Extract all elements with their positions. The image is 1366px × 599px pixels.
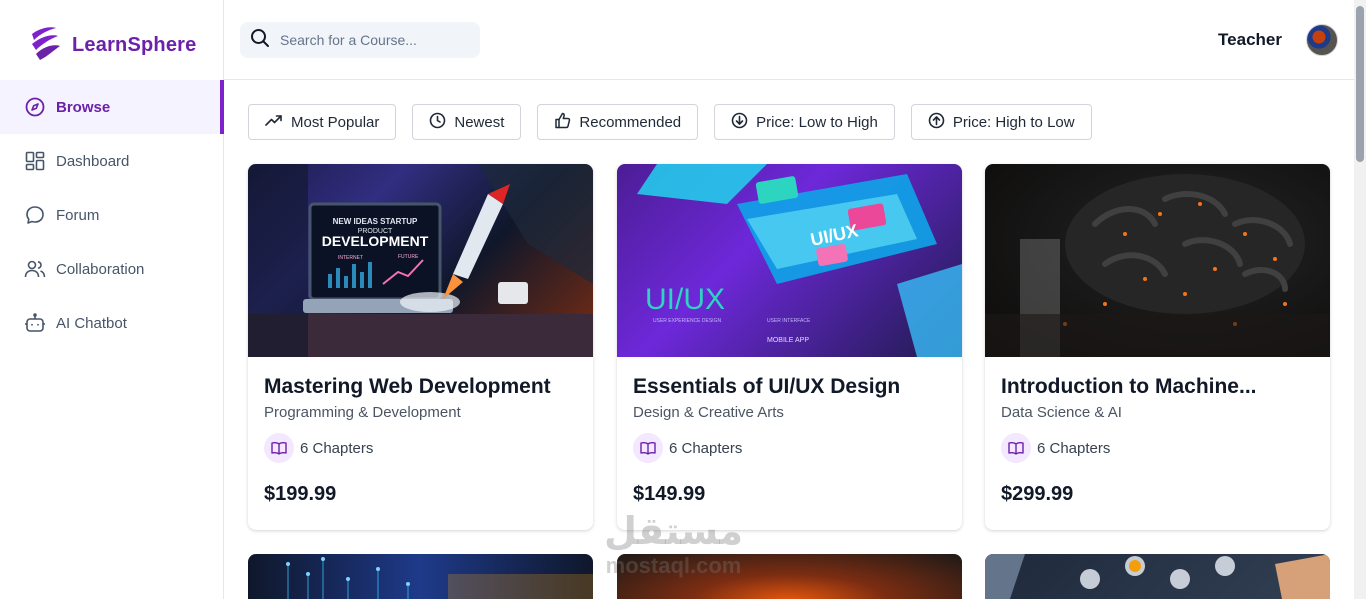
filter-label: Price: Low to High: [756, 113, 878, 131]
sidebar-item-forum[interactable]: Forum: [0, 188, 224, 242]
chapter-count: 6 Chapters: [669, 439, 743, 457]
course-card-partial[interactable]: [985, 554, 1330, 599]
course-title[interactable]: Essentials of UI/UX Design: [633, 375, 946, 399]
course-card[interactable]: UI/UX UI/UX USER EXPERIENCE DESIGN USER …: [617, 164, 962, 530]
chat-bubble-icon: [24, 204, 46, 226]
course-category: Design & Creative Arts: [633, 404, 784, 421]
watermark-url: mostaql.com: [605, 552, 742, 578]
grid-icon: [24, 150, 46, 172]
trending-up-icon: [265, 113, 283, 131]
sidebar-nav: Browse Dashboard Forum Collaboration AI …: [0, 80, 224, 350]
thumbnail-text: MOBILE APP: [767, 337, 809, 344]
course-price: $299.99: [1001, 483, 1074, 505]
book-open-icon: [264, 433, 294, 463]
thumbnail-text: USER INTERFACE: [767, 318, 811, 324]
sidebar-item-label: Forum: [56, 206, 100, 224]
watermark: مستقل mostaql.com: [604, 511, 743, 578]
course-title[interactable]: Introduction to Machine...: [1001, 375, 1314, 399]
course-card[interactable]: NEW IDEAS STARTUP PRODUCT DEVELOPMENT IN…: [248, 164, 593, 530]
sidebar-item-ai-chatbot[interactable]: AI Chatbot: [0, 296, 224, 350]
thumbnail-text: DEVELOPMENT: [322, 233, 429, 249]
course-category: Programming & Development: [264, 404, 461, 421]
filter-recommended-button[interactable]: Recommended: [537, 104, 699, 140]
course-title[interactable]: Mastering Web Development: [264, 375, 577, 399]
bot-icon: [24, 312, 46, 334]
filter-label: Most Popular: [291, 113, 380, 131]
chapter-count: 6 Chapters: [300, 439, 374, 457]
sidebar: LearnSphere Browse Dashboard Forum Colla…: [0, 0, 224, 599]
filter-price-low-high-button[interactable]: Price: Low to High: [714, 104, 895, 140]
sort-filter-bar: Most Popular Newest Recommended Price: L…: [248, 104, 1092, 140]
chapter-count: 6 Chapters: [1037, 439, 1111, 457]
filter-label: Recommended: [579, 113, 682, 131]
course-thumbnail: NEW IDEAS STARTUP PRODUCT DEVELOPMENT IN…: [248, 164, 593, 357]
thumbnail-text: UI/UX: [645, 283, 725, 316]
filter-label: Price: High to Low: [952, 113, 1075, 131]
course-thumbnail: UI/UX UI/UX USER EXPERIENCE DESIGN USER …: [617, 164, 962, 357]
top-header: Teacher: [224, 0, 1354, 80]
search-bar[interactable]: [240, 22, 480, 58]
filter-label: Newest: [454, 113, 505, 131]
scrollbar-track[interactable]: [1354, 0, 1366, 599]
watermark-logo: مستقل: [604, 511, 743, 553]
sidebar-item-browse[interactable]: Browse: [0, 80, 224, 134]
thumbnail-text: FUTURE: [398, 254, 419, 260]
book-open-icon: [1001, 433, 1031, 463]
book-open-icon: [633, 433, 663, 463]
sidebar-item-dashboard[interactable]: Dashboard: [0, 134, 224, 188]
course-price: $199.99: [264, 483, 337, 505]
clock-icon: [429, 112, 446, 133]
course-thumbnail: [985, 164, 1330, 357]
sidebar-item-label: Collaboration: [56, 260, 145, 278]
search-input[interactable]: [280, 32, 460, 48]
course-chapters: 6 Chapters: [264, 433, 577, 463]
thumbnail-text: NEW IDEAS STARTUP: [333, 217, 418, 226]
logo-icon: [28, 24, 62, 67]
user-role-label[interactable]: Teacher: [1218, 30, 1282, 50]
app-logo[interactable]: LearnSphere: [28, 24, 196, 67]
scrollbar-thumb[interactable]: [1356, 6, 1364, 162]
avatar[interactable]: [1306, 24, 1338, 56]
search-icon: [250, 28, 270, 53]
course-card[interactable]: Introduction to Machine... Data Science …: [985, 164, 1330, 530]
thumbnail-text: INTERNET: [338, 255, 363, 261]
compass-icon: [24, 96, 46, 118]
course-chapters: 6 Chapters: [1001, 433, 1314, 463]
course-chapters: 6 Chapters: [633, 433, 946, 463]
filter-newest-button[interactable]: Newest: [412, 104, 522, 140]
app-name: LearnSphere: [72, 34, 197, 56]
app-root: LearnSphere Browse Dashboard Forum Colla…: [0, 0, 1366, 599]
course-category: Data Science & AI: [1001, 404, 1122, 421]
thumbnail-text: USER EXPERIENCE DESIGN: [653, 318, 721, 324]
sidebar-item-label: AI Chatbot: [56, 314, 127, 332]
course-price: $149.99: [633, 483, 706, 505]
thumbs-up-icon: [554, 112, 571, 133]
filter-most-popular-button[interactable]: Most Popular: [248, 104, 397, 140]
arrow-up-circle-icon: [928, 112, 945, 133]
sidebar-item-label: Browse: [56, 98, 111, 116]
arrow-down-circle-icon: [731, 112, 748, 133]
sidebar-item-label: Dashboard: [56, 152, 130, 170]
users-icon: [24, 258, 46, 280]
course-card-partial[interactable]: [248, 554, 593, 599]
sidebar-item-collaboration[interactable]: Collaboration: [0, 242, 224, 296]
filter-price-high-low-button[interactable]: Price: High to Low: [910, 104, 1092, 140]
